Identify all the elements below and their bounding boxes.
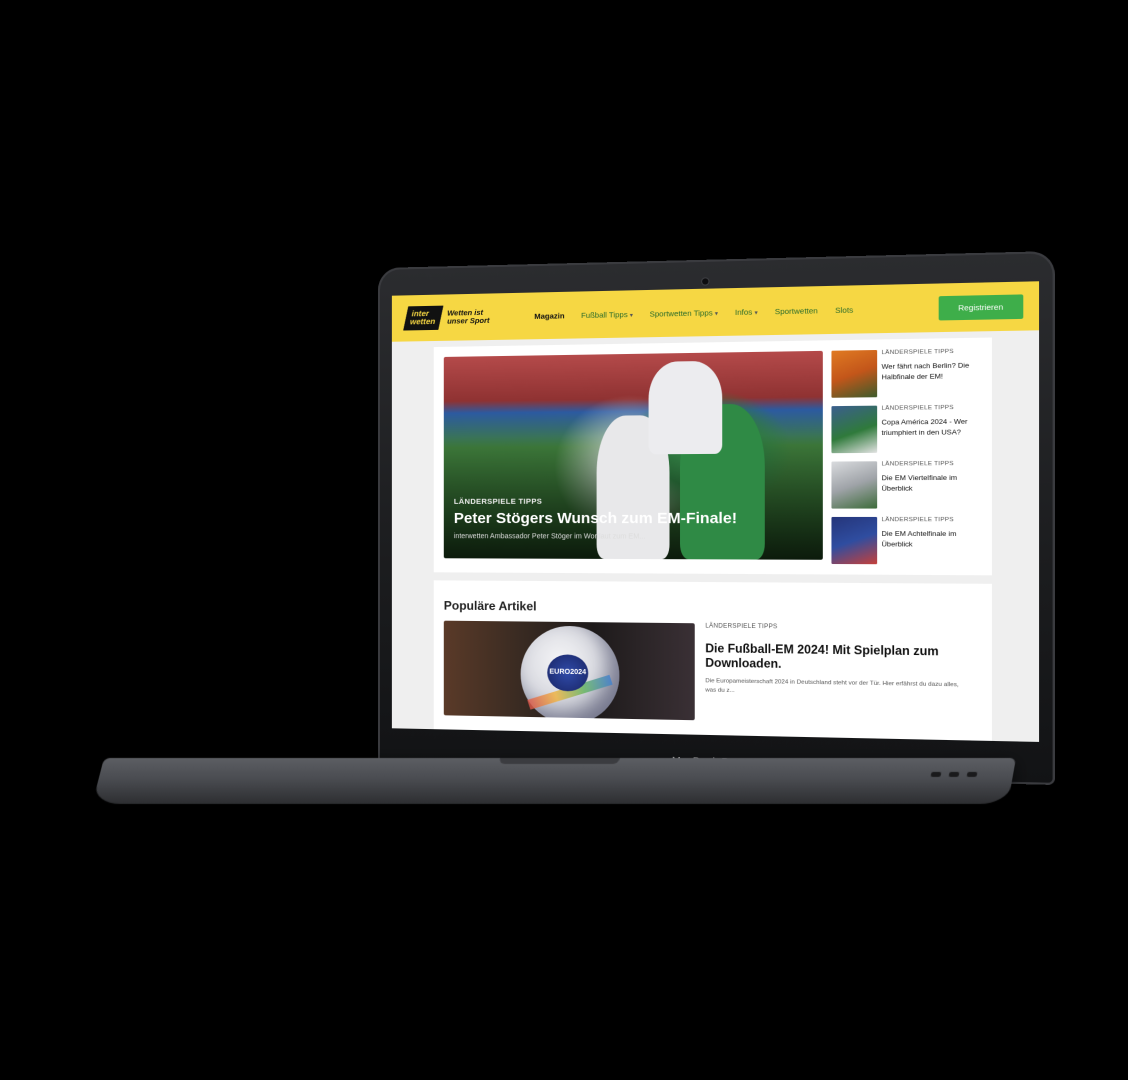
list-item[interactable]: LÄNDERSPIELE TIPPS Die EM Achtelfinale i…	[831, 517, 974, 565]
side-article-title[interactable]: Die EM Viertelfinale im Überblick	[882, 473, 975, 494]
nav-label: Fußball Tipps	[581, 309, 628, 320]
list-item[interactable]: LÄNDERSPIELE TIPPS Die EM Viertelfinale …	[831, 461, 974, 509]
hero-subtitle: interwetten Ambassador Peter Stöger im W…	[453, 533, 646, 541]
hero-category[interactable]: LÄNDERSPIELE TIPPS	[454, 496, 797, 506]
lid-notch	[498, 758, 620, 764]
popular-article-category: LÄNDERSPIELE TIPPS	[705, 623, 778, 631]
logo-tagline: Wetten ist unser Sport	[447, 307, 490, 326]
article-thumbnail	[831, 405, 878, 454]
side-article-text: LÄNDERSPIELE TIPPS Copa América 2024 - W…	[882, 405, 975, 453]
page-content: LÄNDERSPIELE TIPPS Peter Stögers Wunsch …	[392, 330, 1039, 742]
nav-item-magazin[interactable]: Magazin	[534, 311, 564, 321]
side-article-title[interactable]: Wer fährt nach Berlin? Die Halbfinale de…	[882, 361, 975, 383]
chevron-down-icon: ▾	[714, 310, 719, 317]
popular-article-description: Die Europameisterschaft 2024 in Deutschl…	[705, 678, 959, 695]
nav-item-sportwetten-tipps[interactable]: Sportwetten Tipps ▾	[650, 308, 718, 319]
side-article-category: LÄNDERSPIELE TIPPS	[881, 404, 954, 412]
list-item[interactable]: LÄNDERSPIELE TIPPS Wer fährt nach Berlin…	[831, 348, 975, 398]
football-image: EURO2024	[520, 625, 620, 721]
side-article-list: LÄNDERSPIELE TIPPS Wer fährt nach Berlin…	[831, 348, 975, 565]
laptop-base	[92, 758, 1016, 804]
usb-ports	[930, 771, 978, 777]
side-article-text: LÄNDERSPIELE TIPPS Die EM Viertelfinale …	[882, 461, 975, 509]
nav-label: Infos	[735, 306, 753, 317]
article-thumbnail	[831, 349, 878, 398]
chevron-down-icon: ▾	[754, 309, 758, 317]
logo-mark: inter wetten	[403, 305, 444, 331]
nav-label: Sportwetten	[774, 305, 818, 316]
nav-label: Sportwetten Tipps	[649, 307, 713, 319]
logo-line-2: wetten	[409, 316, 437, 327]
hero-title[interactable]: Peter Stögers Wunsch zum EM-Finale!	[454, 510, 797, 528]
featured-row: LÄNDERSPIELE TIPPS Peter Stögers Wunsch …	[443, 348, 981, 565]
laptop-lid: inter wetten Wetten ist unser Sport Maga…	[378, 251, 1055, 785]
brand-logo[interactable]: inter wetten Wetten ist unser Sport	[403, 305, 496, 331]
hero-text: LÄNDERSPIELE TIPPS Peter Stögers Wunsch …	[454, 496, 797, 541]
laptop-scene: inter wetten Wetten ist unser Sport Maga…	[0, 0, 1128, 1080]
side-article-title[interactable]: Copa América 2024 - Wer triumphiert in d…	[882, 417, 975, 439]
nav-item-infos[interactable]: Infos ▾	[735, 307, 758, 317]
usb-port-icon	[930, 771, 942, 777]
side-article-category: LÄNDERSPIELE TIPPS	[881, 460, 954, 468]
side-article-text: LÄNDERSPIELE TIPPS Wer fährt nach Berlin…	[882, 348, 975, 397]
popular-article-image[interactable]: EURO2024	[443, 620, 695, 721]
nav-item-slots[interactable]: Slots	[835, 305, 853, 315]
featured-card: LÄNDERSPIELE TIPPS Peter Stögers Wunsch …	[433, 337, 992, 576]
nav-item-fussball-tipps[interactable]: Fußball Tipps ▾	[581, 309, 633, 319]
popular-article-text: LÄNDERSPIELE TIPPS Die Fußball-EM 2024! …	[705, 623, 965, 725]
usb-port-icon	[966, 771, 978, 777]
section-title: Populäre Artikel	[443, 598, 537, 614]
side-article-category: LÄNDERSPIELE TIPPS	[881, 348, 954, 357]
popular-article[interactable]: EURO2024 LÄNDERSPIELE TIPPS Die Fußball-…	[443, 620, 981, 726]
article-thumbnail	[831, 516, 878, 565]
side-article-text: LÄNDERSPIELE TIPPS Die EM Achtelfinale i…	[882, 517, 975, 565]
nav-item-sportwetten[interactable]: Sportwetten	[775, 306, 818, 316]
hero-image-player	[648, 360, 723, 455]
side-article-category: LÄNDERSPIELE TIPPS	[881, 516, 954, 524]
chevron-down-icon: ▾	[629, 312, 633, 319]
usb-port-icon	[948, 771, 960, 777]
list-item[interactable]: LÄNDERSPIELE TIPPS Copa América 2024 - W…	[831, 405, 974, 454]
popular-section: Populäre Artikel EURO2024 LÄNDERSPIELE T…	[433, 580, 992, 742]
camera-icon	[702, 278, 709, 285]
article-thumbnail	[831, 461, 878, 509]
main-nav: Magazin Fußball Tipps ▾ Sportwetten Tipps…	[534, 305, 853, 321]
register-button[interactable]: Registrieren	[938, 293, 1024, 320]
popular-article-title[interactable]: Die Fußball-EM 2024! Mit Spielplan zum D…	[705, 642, 965, 675]
nav-label: Slots	[835, 304, 854, 315]
nav-label: Magazin	[534, 310, 565, 321]
euro-logo: EURO2024	[547, 654, 589, 692]
laptop-screen: inter wetten Wetten ist unser Sport Maga…	[391, 281, 1040, 742]
side-article-title[interactable]: Die EM Achtelfinale im Überblick	[882, 530, 975, 551]
hero-article[interactable]: LÄNDERSPIELE TIPPS Peter Stögers Wunsch …	[443, 350, 823, 560]
